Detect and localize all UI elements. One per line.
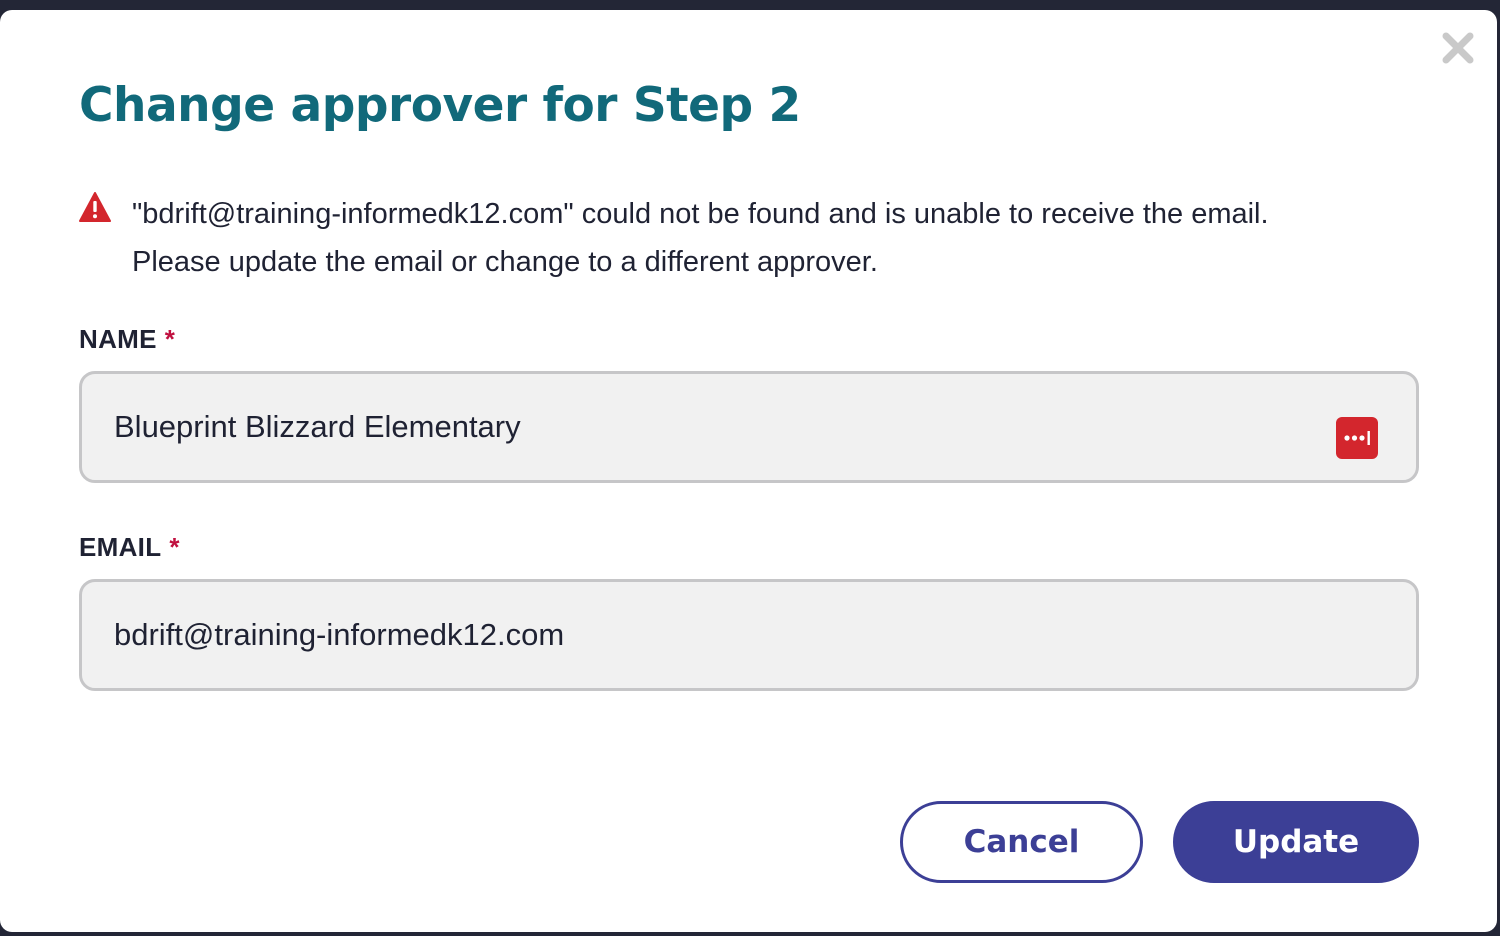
- warning-line-1: "bdrift@training-informedk12.com" could …: [132, 198, 1269, 230]
- warning-text: "bdrift@training-informedk12.com" could …: [132, 190, 1422, 286]
- name-required-marker: *: [164, 324, 176, 354]
- dialog-title: Change approver for Step 2: [79, 78, 801, 133]
- close-icon: [1442, 32, 1474, 64]
- change-approver-dialog: Change approver for Step 2 "bdrift@train…: [0, 10, 1497, 932]
- cancel-button[interactable]: Cancel: [900, 801, 1143, 883]
- close-button[interactable]: [1440, 30, 1476, 66]
- email-label: EMAIL *: [79, 532, 180, 563]
- name-label: NAME *: [79, 324, 175, 355]
- password-manager-icon[interactable]: [1336, 417, 1378, 459]
- warning-line-2: Please update the email or change to a d…: [132, 246, 878, 278]
- warning-triangle-icon: [79, 192, 111, 222]
- email-required-marker: *: [169, 532, 180, 562]
- email-input[interactable]: [79, 579, 1419, 691]
- name-label-text: NAME: [79, 324, 157, 354]
- update-button[interactable]: Update: [1173, 801, 1419, 883]
- email-label-text: EMAIL: [79, 532, 162, 562]
- name-input[interactable]: [79, 371, 1419, 483]
- password-dots-icon: [1344, 431, 1370, 445]
